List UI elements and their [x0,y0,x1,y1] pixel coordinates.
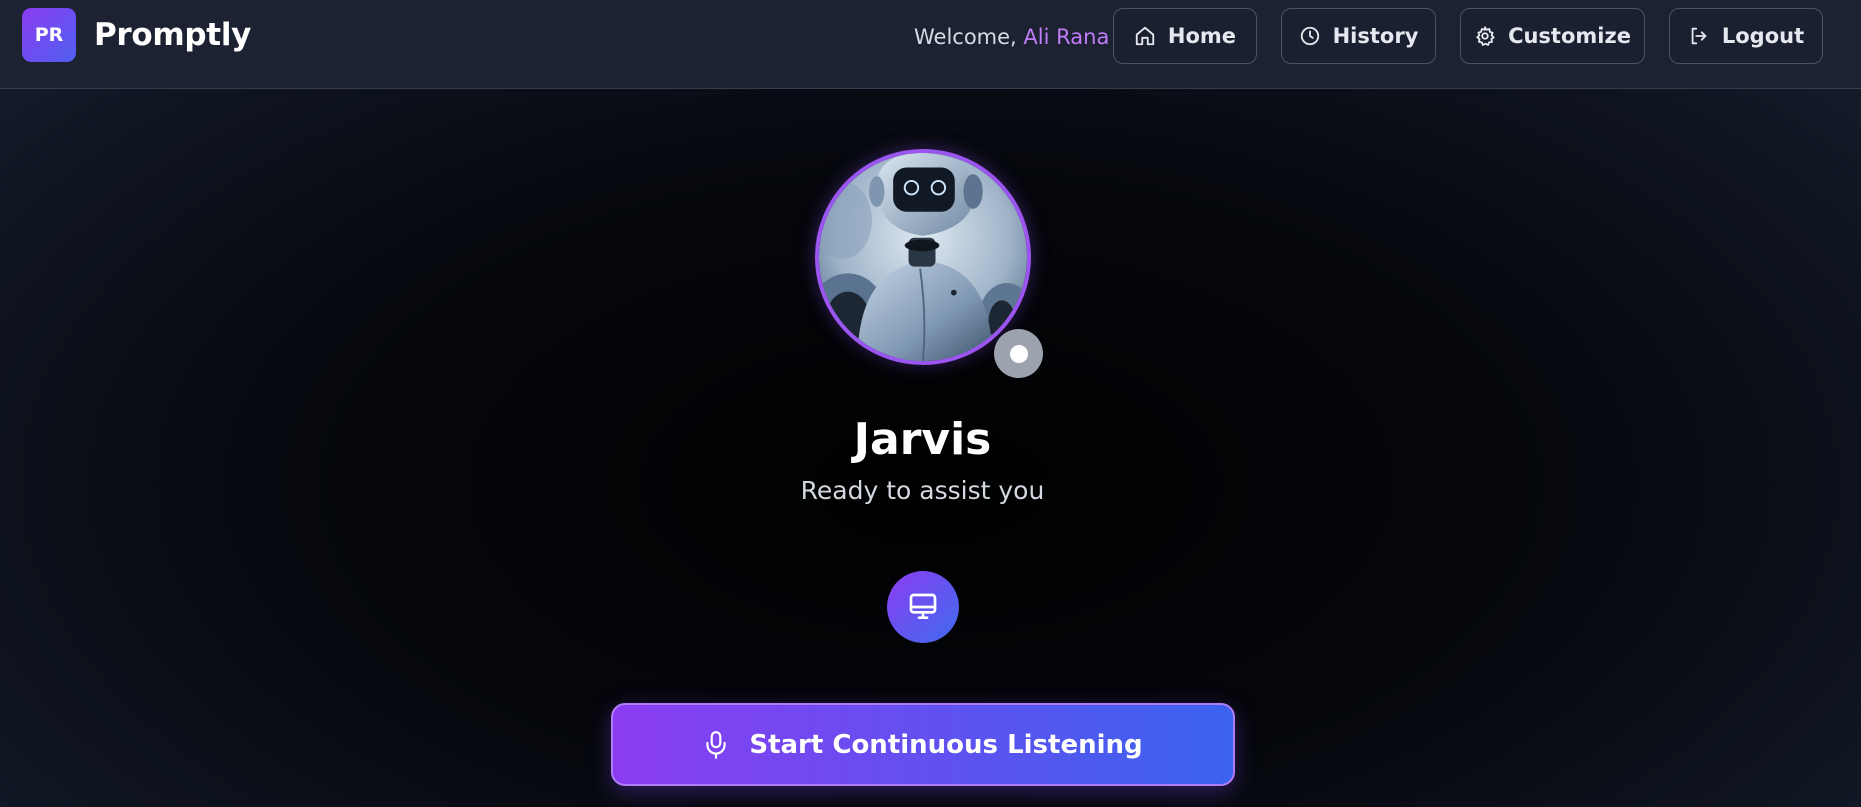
assistant-status-text: Ready to assist you [800,476,1045,505]
logout-icon [1691,27,1707,45]
robot-avatar-image [819,153,1027,361]
user-name: Ali Rana [1023,25,1110,49]
home-icon [1135,26,1155,46]
assistant-name: Jarvis [853,414,992,465]
customize-button-label: Customize [1508,24,1631,48]
assistant-status-indicator [994,329,1043,378]
welcome-message: Welcome, Ali Rana [914,25,1109,49]
app-logo[interactable]: PR [22,8,76,62]
history-button[interactable]: History [1281,8,1436,64]
logout-button-label: Logout [1721,24,1805,48]
status-dot-center [1009,344,1028,363]
monitor-icon [909,593,937,619]
customize-button[interactable]: Customize [1460,8,1645,64]
top-navigation-bar: PR Promptly Welcome, Ali Rana Home Histo… [0,0,1861,89]
assistant-avatar [815,149,1031,365]
microphone-icon [706,730,727,759]
logout-button[interactable]: Logout [1669,8,1823,64]
gear-icon [1476,26,1495,46]
screen-share-button[interactable] [887,571,959,643]
listen-button-label: Start Continuous Listening [749,729,1143,760]
home-button-label: Home [1167,24,1237,48]
history-button-label: History [1332,24,1419,48]
app-name: Promptly [94,17,252,53]
start-continuous-listening-button[interactable]: Start Continuous Listening [611,703,1235,786]
clock-icon [1300,26,1319,46]
welcome-prefix: Welcome, [914,25,1024,49]
logo-text: PR [34,24,64,46]
home-button[interactable]: Home [1113,8,1257,64]
